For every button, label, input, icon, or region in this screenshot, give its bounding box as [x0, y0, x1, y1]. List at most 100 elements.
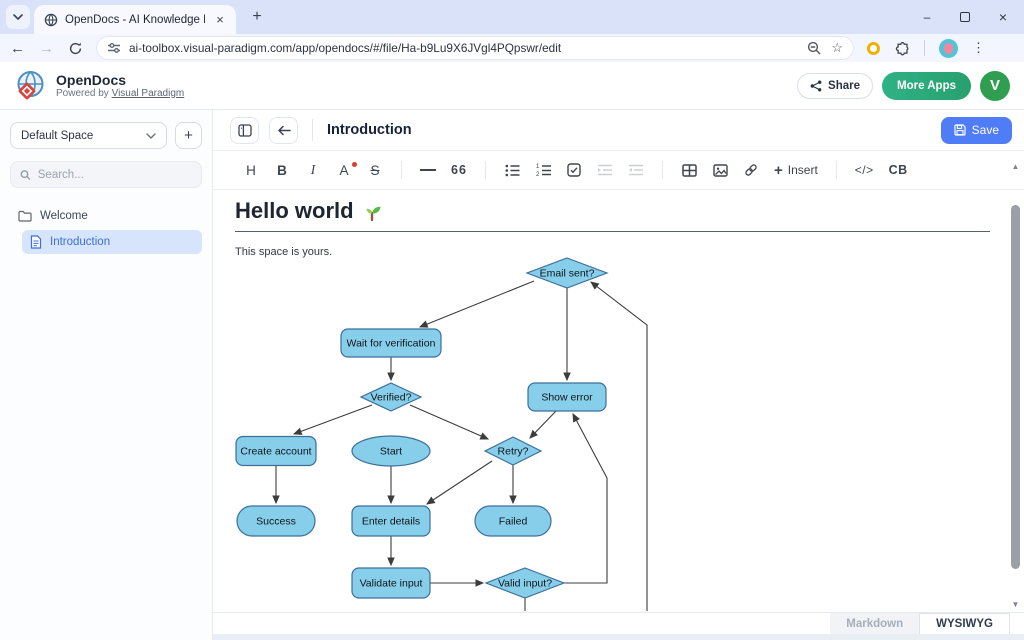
browser-profile-avatar[interactable] [939, 39, 958, 58]
back-button[interactable] [269, 117, 298, 144]
scroll-up-icon[interactable]: ▲ [1012, 160, 1020, 174]
link-icon [744, 163, 758, 177]
window-bottom-strip [213, 634, 1024, 640]
task-list-button[interactable] [566, 163, 582, 177]
markdown-mode-tab[interactable]: Markdown [830, 613, 919, 634]
minimize-icon[interactable]: – [920, 10, 934, 24]
browser-tab-strip: OpenDocs - AI Knowledge Base × + – × [0, 0, 1024, 34]
save-button[interactable]: Save [941, 117, 1012, 144]
site-info-icon[interactable] [107, 42, 121, 54]
document-icon [30, 235, 42, 249]
sidebar: Default Space + Welcome Introduction [0, 110, 213, 640]
table-button[interactable] [681, 164, 697, 177]
chevron-down-icon [13, 14, 23, 21]
horizontal-rule-button[interactable] [420, 169, 436, 171]
forward-icon: → [39, 40, 54, 57]
tree-doc-introduction[interactable]: Introduction [22, 230, 202, 254]
new-tab-button[interactable]: + [246, 8, 268, 26]
tab-close-icon[interactable]: × [212, 12, 228, 28]
reload-icon[interactable] [68, 41, 83, 56]
indent-icon [597, 164, 613, 176]
bullet-list-button[interactable] [504, 164, 520, 177]
tab-title: OpenDocs - AI Knowledge Base [65, 14, 205, 26]
address-bar[interactable]: ai-toolbox.visual-paradigm.com/app/opend… [97, 37, 853, 59]
visual-paradigm-link[interactable]: Visual Paradigm [112, 88, 185, 99]
extension-badge-icon[interactable] [867, 42, 880, 55]
editor-scrollbar[interactable]: ▲ ▼ [1009, 160, 1022, 612]
table-icon [682, 164, 697, 177]
window-controls: – × [920, 0, 1016, 34]
window-close-icon[interactable]: × [996, 9, 1010, 25]
divider [401, 161, 402, 179]
plus-icon: + [774, 162, 783, 179]
globe-favicon [44, 13, 58, 27]
wysiwyg-mode-tab[interactable]: WYSIWYG [919, 613, 1010, 634]
page-title: Introduction [327, 122, 412, 138]
scroll-down-icon[interactable]: ▼ [1012, 598, 1020, 612]
checkbox-icon [567, 163, 581, 177]
code-block-button[interactable]: CB [889, 163, 908, 177]
share-icon [810, 80, 822, 92]
share-button[interactable]: Share [797, 73, 873, 99]
image-button[interactable] [712, 164, 728, 177]
doc-tree: Welcome Introduction [10, 204, 202, 254]
maximize-icon[interactable] [960, 12, 970, 22]
more-apps-button[interactable]: More Apps [882, 72, 971, 100]
blockquote-button[interactable]: 66 [451, 163, 467, 177]
insert-button[interactable]: + Insert [774, 162, 818, 179]
text-color-button[interactable]: A [336, 163, 352, 178]
svg-text:1: 1 [536, 164, 540, 170]
toggle-sidebar-button[interactable] [230, 117, 259, 144]
toolbar-separator [924, 40, 925, 56]
browser-navbar: ← → ai-toolbox.visual-paradigm.com/app/o… [0, 34, 1024, 62]
seedling-emoji [362, 200, 384, 222]
back-icon[interactable]: ← [10, 40, 25, 57]
heading-button[interactable]: H [243, 163, 259, 178]
brand-block: OpenDocs Powered by Visual Paradigm [56, 73, 184, 99]
tree-folder-welcome[interactable]: Welcome [10, 204, 202, 228]
italic-button[interactable]: I [305, 162, 321, 178]
status-bar: Markdown WYSIWYG [213, 612, 1024, 634]
search-input[interactable] [38, 169, 192, 181]
powered-by-text: Powered by [56, 88, 109, 99]
indent-button [597, 164, 613, 176]
insert-label: Insert [788, 163, 818, 177]
browser-menu-icon[interactable]: ⋮ [972, 40, 985, 56]
tab-search-button[interactable] [6, 5, 30, 29]
space-selector[interactable]: Default Space [10, 122, 167, 149]
content-area: Introduction Save H B I A S 66 12 [213, 110, 1024, 640]
url-text: ai-toolbox.visual-paradigm.com/app/opend… [129, 41, 799, 55]
bookmark-star-icon[interactable]: ☆ [831, 40, 843, 56]
svg-text:2: 2 [536, 172, 540, 177]
arrow-left-icon [277, 125, 291, 136]
numbered-list-icon: 12 [536, 163, 551, 177]
panel-icon [238, 124, 252, 137]
space-selector-value: Default Space [21, 130, 93, 142]
search-box[interactable] [10, 161, 202, 188]
doc-heading: Hello world [235, 198, 354, 224]
scrollbar-track[interactable] [1011, 174, 1020, 598]
doc-header: Introduction Save [213, 110, 1024, 151]
share-label: Share [828, 80, 860, 92]
folder-icon [18, 210, 32, 222]
link-button[interactable] [743, 163, 759, 177]
opendocs-logo [14, 69, 47, 102]
add-space-button[interactable]: + [175, 122, 202, 149]
zoom-out-icon[interactable] [807, 41, 821, 55]
extensions-puzzle-icon[interactable] [894, 40, 910, 56]
bold-button[interactable]: B [274, 163, 290, 178]
heading-rule [235, 231, 990, 232]
image-icon [713, 164, 728, 177]
editor-toolbar: H B I A S 66 12 [213, 151, 1024, 190]
bullet-list-icon [505, 164, 520, 177]
browser-tab[interactable]: OpenDocs - AI Knowledge Base × [34, 5, 236, 34]
inline-code-button[interactable]: </> [855, 163, 874, 177]
numbered-list-button[interactable]: 12 [535, 163, 551, 177]
strikethrough-button[interactable]: S [367, 163, 383, 178]
doc-paragraph: This space is yours. [235, 246, 1024, 258]
save-label: Save [972, 123, 999, 137]
scrollbar-thumb[interactable] [1011, 205, 1020, 569]
editor-body[interactable]: Hello world This space is yours. [213, 190, 1024, 612]
divider [485, 161, 486, 179]
user-avatar[interactable]: V [980, 71, 1010, 101]
